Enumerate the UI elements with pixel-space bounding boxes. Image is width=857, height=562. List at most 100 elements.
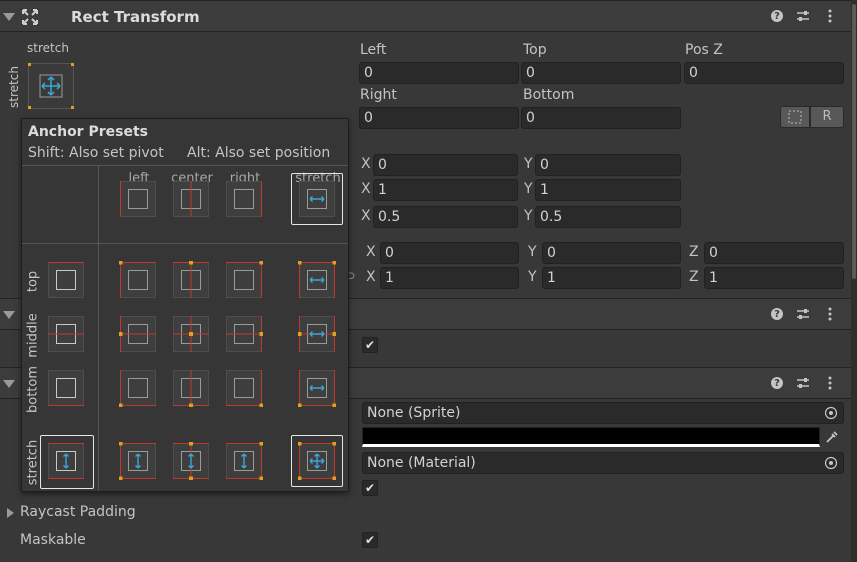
source-image-value: None (Sprite) [367, 405, 461, 421]
anchor-max-y-label: Y [524, 181, 533, 197]
raw-edit-button[interactable]: R [810, 106, 844, 128]
presets-icon[interactable] [796, 376, 810, 390]
anchor-preset-middle-center[interactable] [172, 315, 210, 353]
eyedropper-icon[interactable] [824, 429, 840, 445]
top-field[interactable]: 0 [521, 62, 681, 84]
divider [22, 243, 348, 244]
anchor-preset-top-right[interactable] [225, 261, 263, 299]
anchor-preset-none-left[interactable] [119, 180, 157, 218]
maskable-label: Maskable [20, 532, 86, 548]
anchor-preset-bottom-none[interactable] [47, 369, 85, 407]
anchor-min-x-label: X [361, 156, 371, 172]
anchor-preset-bottom-left[interactable] [119, 369, 157, 407]
scale-x-field[interactable]: 1 [380, 267, 519, 289]
row-label-top: top [25, 270, 41, 293]
rect-transform-header[interactable]: Rect Transform ? [0, 0, 851, 32]
anchor-preset-bottom-center[interactable] [172, 369, 210, 407]
rotation-x-field[interactable]: 0 [380, 242, 519, 264]
anchor-preset-none-right[interactable] [225, 180, 263, 218]
anchor-preset-middle-right[interactable] [225, 315, 263, 353]
divider [98, 165, 99, 491]
inspector-scrollbar[interactable] [851, 0, 857, 562]
help-icon[interactable]: ? [771, 10, 783, 22]
anchor-preset-stretch-center[interactable] [172, 442, 210, 480]
context-menu-icon[interactable] [823, 376, 837, 390]
anchor-preset-bottom-stretch[interactable] [298, 369, 336, 407]
color-field[interactable] [362, 427, 820, 447]
anchor-vertical-label: stretch [7, 66, 21, 108]
context-menu-icon[interactable] [823, 307, 837, 321]
foldout-arrow-icon[interactable] [3, 311, 15, 319]
scale-z-field[interactable]: 1 [704, 267, 844, 289]
left-label: Left [360, 42, 387, 58]
shift-hint: Shift: Also set pivot [28, 145, 164, 161]
rotation-y-label: Y [528, 244, 537, 260]
object-picker-icon[interactable] [824, 406, 838, 420]
material-field[interactable]: None (Material) [362, 452, 844, 474]
raycast-padding-label[interactable]: Raycast Padding [20, 504, 136, 520]
raycast-target-checkbox[interactable]: ✔ [362, 480, 378, 496]
anchor-preset-top-left[interactable] [119, 261, 157, 299]
rotation-x-label: X [366, 244, 376, 260]
anchor-preset-top-stretch[interactable] [298, 261, 336, 299]
blueprint-mode-button[interactable] [780, 106, 810, 128]
help-icon[interactable]: ? [771, 377, 783, 389]
anchor-preset-button[interactable] [28, 63, 74, 109]
pivot-y-label: Y [524, 208, 533, 224]
anchor-max-x-label: X [361, 181, 371, 197]
rotation-z-label: Z [689, 244, 699, 260]
pivot-y-field[interactable]: 0.5 [535, 206, 681, 228]
rotation-y-field[interactable]: 0 [542, 242, 681, 264]
source-image-field[interactable]: None (Sprite) [362, 402, 844, 424]
popup-title: Anchor Presets [28, 124, 148, 140]
scale-y-label: Y [528, 269, 537, 285]
anchor-max-y-field[interactable]: 1 [535, 179, 681, 201]
cull-transparent-checkbox[interactable]: ✔ [362, 337, 378, 353]
top-label: Top [523, 42, 547, 58]
anchor-preset-stretch-left[interactable] [119, 442, 157, 480]
rect-transform-icon [22, 9, 38, 25]
anchor-preset-top-none[interactable] [47, 261, 85, 299]
pivot-x-field[interactable]: 0.5 [373, 206, 518, 228]
anchor-preset-none-center[interactable] [172, 180, 210, 218]
anchor-min-x-field[interactable]: 0 [373, 154, 518, 176]
anchor-preset-middle-stretch[interactable] [298, 315, 336, 353]
raycast-padding-foldout-icon[interactable] [7, 508, 14, 518]
scale-y-field[interactable]: 1 [542, 267, 681, 289]
presets-icon[interactable] [796, 307, 810, 321]
posz-field[interactable]: 0 [684, 62, 844, 84]
alt-hint: Alt: Also set position [187, 145, 331, 161]
component-title: Rect Transform [71, 8, 200, 26]
bottom-field[interactable]: 0 [521, 107, 681, 129]
row-label-stretch: stretch [25, 439, 41, 486]
bottom-label: Bottom [523, 87, 575, 103]
scale-z-label: Z [689, 269, 699, 285]
context-menu-icon[interactable] [823, 9, 837, 23]
anchor-preset-middle-none[interactable] [47, 315, 85, 353]
foldout-arrow-icon[interactable] [3, 13, 15, 21]
material-value: None (Material) [367, 455, 476, 471]
foldout-arrow-icon[interactable] [3, 380, 15, 388]
pivot-x-label: X [361, 208, 371, 224]
maskable-checkbox[interactable]: ✔ [362, 532, 378, 548]
anchor-min-y-field[interactable]: 0 [535, 154, 681, 176]
anchor-preset-stretch-right[interactable] [225, 442, 263, 480]
anchor-max-x-field[interactable]: 1 [373, 179, 518, 201]
divider [22, 165, 348, 166]
scrollbar-thumb[interactable] [852, 4, 856, 279]
left-field[interactable]: 0 [359, 62, 519, 84]
anchor-min-y-label: Y [524, 156, 533, 172]
rotation-z-field[interactable]: 0 [704, 242, 844, 264]
anchor-preset-top-center[interactable] [172, 261, 210, 299]
anchor-preset-bottom-right[interactable] [225, 369, 263, 407]
row-label-bottom: bottom [25, 365, 41, 414]
blueprint-icon [788, 110, 802, 124]
posz-label: Pos Z [685, 42, 723, 58]
right-field[interactable]: 0 [359, 107, 519, 129]
help-icon[interactable]: ? [771, 308, 783, 320]
object-picker-icon[interactable] [824, 456, 838, 470]
presets-icon[interactable] [796, 9, 810, 23]
anchor-preset-middle-left[interactable] [119, 315, 157, 353]
selection-frame [40, 435, 94, 489]
selection-frame [291, 173, 343, 225]
